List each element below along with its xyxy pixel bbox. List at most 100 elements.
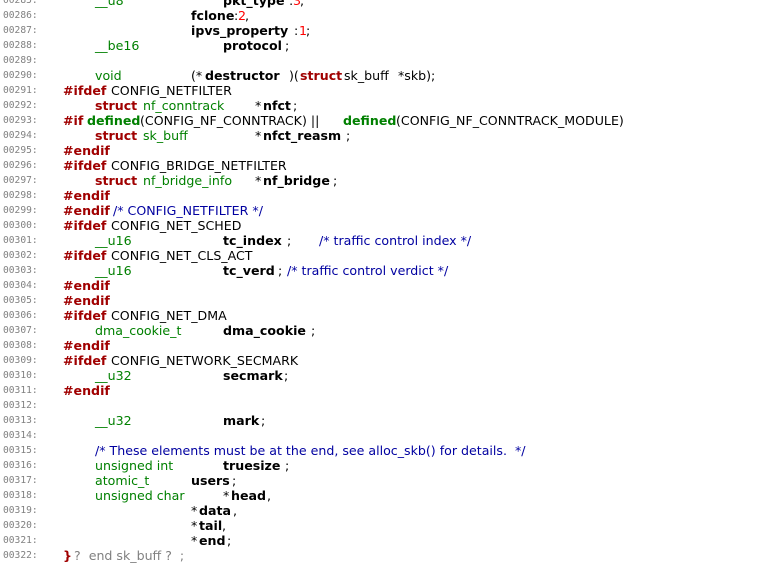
code-line: 00311: #endif <box>0 383 763 398</box>
code-token: #ifdef <box>63 83 107 98</box>
code-token: void <box>95 68 122 83</box>
code-line: 00316: unsigned int truesize; <box>0 458 763 473</box>
code-line: 00320: * tail, <box>0 518 763 533</box>
code-token: __u32 <box>95 413 132 428</box>
line-number: 00304: <box>3 280 38 291</box>
code-token: #endif <box>63 383 110 398</box>
code-token: ; <box>311 323 316 338</box>
code-line: 00322:}? end sk_buff ? ; <box>0 548 763 563</box>
code-token: #ifdef <box>63 353 107 368</box>
code-token: atomic_t <box>95 473 150 488</box>
line-number: 00285: <box>3 0 38 6</box>
code-line: 00287: ipvs_property:1; <box>0 23 763 38</box>
code-line: 00292: struct nf_conntrack * nfct; <box>0 98 763 113</box>
code-token: * <box>223 488 230 503</box>
code-line: 00312: <box>0 398 763 413</box>
code-token: nf_conntrack <box>143 98 225 113</box>
line-number: 00310: <box>3 370 38 381</box>
code-token: * <box>255 173 262 188</box>
code-token: ; <box>232 473 237 488</box>
code-token: ; <box>287 233 292 248</box>
code-token: CONFIG_NETFILTER <box>111 83 232 98</box>
code-token: CONFIG_BRIDGE_NETFILTER <box>111 158 287 173</box>
code-token: CONFIG_NET_CLS_ACT <box>111 248 253 263</box>
line-number: 00319: <box>3 505 38 516</box>
code-token: ; <box>285 38 290 53</box>
code-token: __u16 <box>95 263 132 278</box>
code-line: 00294: struct sk_buff * nfct_reasm; <box>0 128 763 143</box>
line-number: 00303: <box>3 265 38 276</box>
line-number: 00288: <box>3 40 38 51</box>
code-line: 00305: #endif <box>0 293 763 308</box>
code-token: (* <box>191 68 203 83</box>
code-token: ; <box>306 23 311 38</box>
line-number: 00309: <box>3 355 38 366</box>
code-token: /* traffic control index */ <box>319 233 472 248</box>
code-token: * <box>191 533 198 548</box>
line-number: 00298: <box>3 190 38 201</box>
code-line: 00306: #ifdef CONFIG_NET_DMA <box>0 308 763 323</box>
code-token: sk_buff <box>143 128 188 143</box>
code-token: destructor <box>205 68 280 83</box>
code-token: tc_index <box>223 233 282 248</box>
code-line: 00315: /* These elements must be at the e… <box>0 443 763 458</box>
line-number: 00297: <box>3 175 38 186</box>
code-token: nfct_reasm <box>263 128 342 143</box>
code-line: 00288: __be16 protocol; <box>0 38 763 53</box>
code-line: 00297: struct nf_bridge_info * nf_bridge; <box>0 173 763 188</box>
code-token: /* traffic control verdict */ <box>287 263 449 278</box>
code-token: struct <box>300 68 343 83</box>
code-token: secmark <box>223 368 283 383</box>
code-line: 00318: unsigned char * head, <box>0 488 763 503</box>
code-token: * <box>191 503 198 518</box>
code-token: #if <box>63 113 84 128</box>
code-token: head <box>231 488 267 503</box>
code-token: struct <box>95 128 138 143</box>
code-line: 00321: * end; <box>0 533 763 548</box>
code-token: ; <box>278 263 283 278</box>
code-token: , <box>233 503 238 518</box>
code-line: 00302: #ifdef CONFIG_NET_CLS_ACT <box>0 248 763 263</box>
line-number: 00306: <box>3 310 38 321</box>
code-token: , <box>300 0 305 8</box>
code-token: *skb); <box>398 68 436 83</box>
line-number: 00295: <box>3 145 38 156</box>
code-token: fclone <box>191 8 235 23</box>
code-line: 00314: <box>0 428 763 443</box>
line-number: 00322: <box>3 550 38 561</box>
code-token: (CONFIG_NF_CONNTRACK) || <box>140 113 320 128</box>
code-line: 00310: __u32 secmark; <box>0 368 763 383</box>
code-token: , <box>267 488 272 503</box>
line-number: 00305: <box>3 295 38 306</box>
code-token: end <box>199 533 226 548</box>
code-token: CONFIG_NET_SCHED <box>111 218 242 233</box>
code-token: , <box>245 8 250 23</box>
code-token: #ifdef <box>63 158 107 173</box>
line-number: 00299: <box>3 205 38 216</box>
line-number: 00314: <box>3 430 38 441</box>
line-number: 00293: <box>3 115 38 126</box>
code-token: #ifdef <box>63 218 107 233</box>
line-number: 00287: <box>3 25 38 36</box>
code-token: * <box>191 518 198 533</box>
code-line: 00291: #ifdef CONFIG_NETFILTER <box>0 83 763 98</box>
code-line: 00290: void (* destructor)(struct sk_buff *sk… <box>0 68 763 83</box>
code-token: /* These elements must be at the end, se… <box>95 443 526 458</box>
code-line: 00303: __u16 tc_verd; /* traffic control ve… <box>0 263 763 278</box>
code-line: 00313: __u32 mark; <box>0 413 763 428</box>
code-line: 00295: #endif <box>0 143 763 158</box>
code-token: CONFIG_NET_DMA <box>111 308 227 323</box>
code-listing: 00285: __u8 pkt_type:3, 00286: fclone:2, 0028… <box>0 0 763 563</box>
code-token: users <box>191 473 230 488</box>
code-token: tc_verd <box>223 263 275 278</box>
code-line: 00285: __u8 pkt_type:3, <box>0 0 763 8</box>
code-token: dma_cookie_t <box>95 323 182 338</box>
code-token: ; <box>346 128 351 143</box>
code-token: ipvs_property <box>191 23 289 38</box>
line-number: 00291: <box>3 85 38 96</box>
line-number: 00300: <box>3 220 38 231</box>
line-number: 00321: <box>3 535 38 546</box>
line-number: 00289: <box>3 55 38 66</box>
line-number: 00296: <box>3 160 38 171</box>
code-token: sk_buff <box>344 68 389 83</box>
